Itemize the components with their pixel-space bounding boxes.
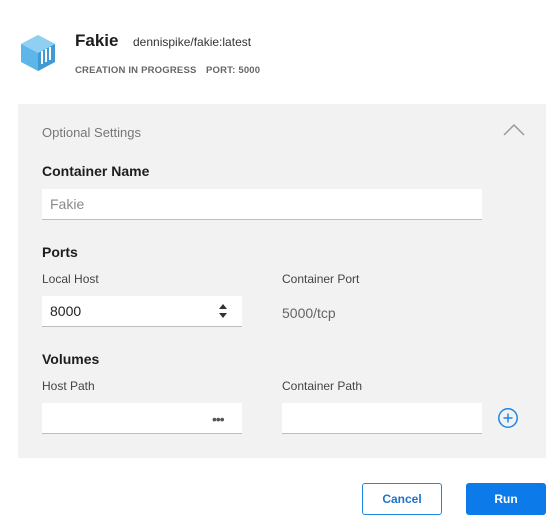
- container-path-label: Container Path: [282, 379, 363, 393]
- volumes-heading: Volumes: [42, 351, 100, 367]
- host-path-label: Host Path: [42, 379, 95, 393]
- port-info: PORT: 5000: [206, 65, 261, 76]
- container-name-heading: Container Name: [42, 163, 150, 179]
- optional-settings-title: Optional Settings: [42, 125, 142, 140]
- container-header: Fakie dennispike/fakie:latest CREATION I…: [0, 0, 554, 90]
- run-button[interactable]: Run: [466, 483, 546, 515]
- container-name-input[interactable]: [42, 189, 482, 220]
- container-port-label: Container Port: [282, 272, 360, 286]
- ellipsis-icon[interactable]: •••: [212, 412, 225, 426]
- container-port-value: 5000/tcp: [282, 305, 336, 321]
- chevron-up-icon[interactable]: [502, 122, 526, 138]
- add-circle-icon[interactable]: [497, 407, 519, 429]
- local-host-input[interactable]: [42, 296, 242, 327]
- container-logo-icon: [21, 35, 55, 71]
- optional-settings-panel: Optional Settings Container Name Ports L…: [18, 104, 546, 458]
- ports-heading: Ports: [42, 244, 78, 260]
- cancel-button[interactable]: Cancel: [362, 483, 442, 515]
- stepper-icon[interactable]: [216, 302, 230, 320]
- container-path-input[interactable]: [282, 403, 482, 434]
- status-text: CREATION IN PROGRESS: [75, 65, 197, 76]
- container-title: Fakie: [75, 31, 119, 50]
- local-host-label: Local Host: [42, 272, 99, 286]
- container-image-name: dennispike/fakie:latest: [133, 35, 252, 49]
